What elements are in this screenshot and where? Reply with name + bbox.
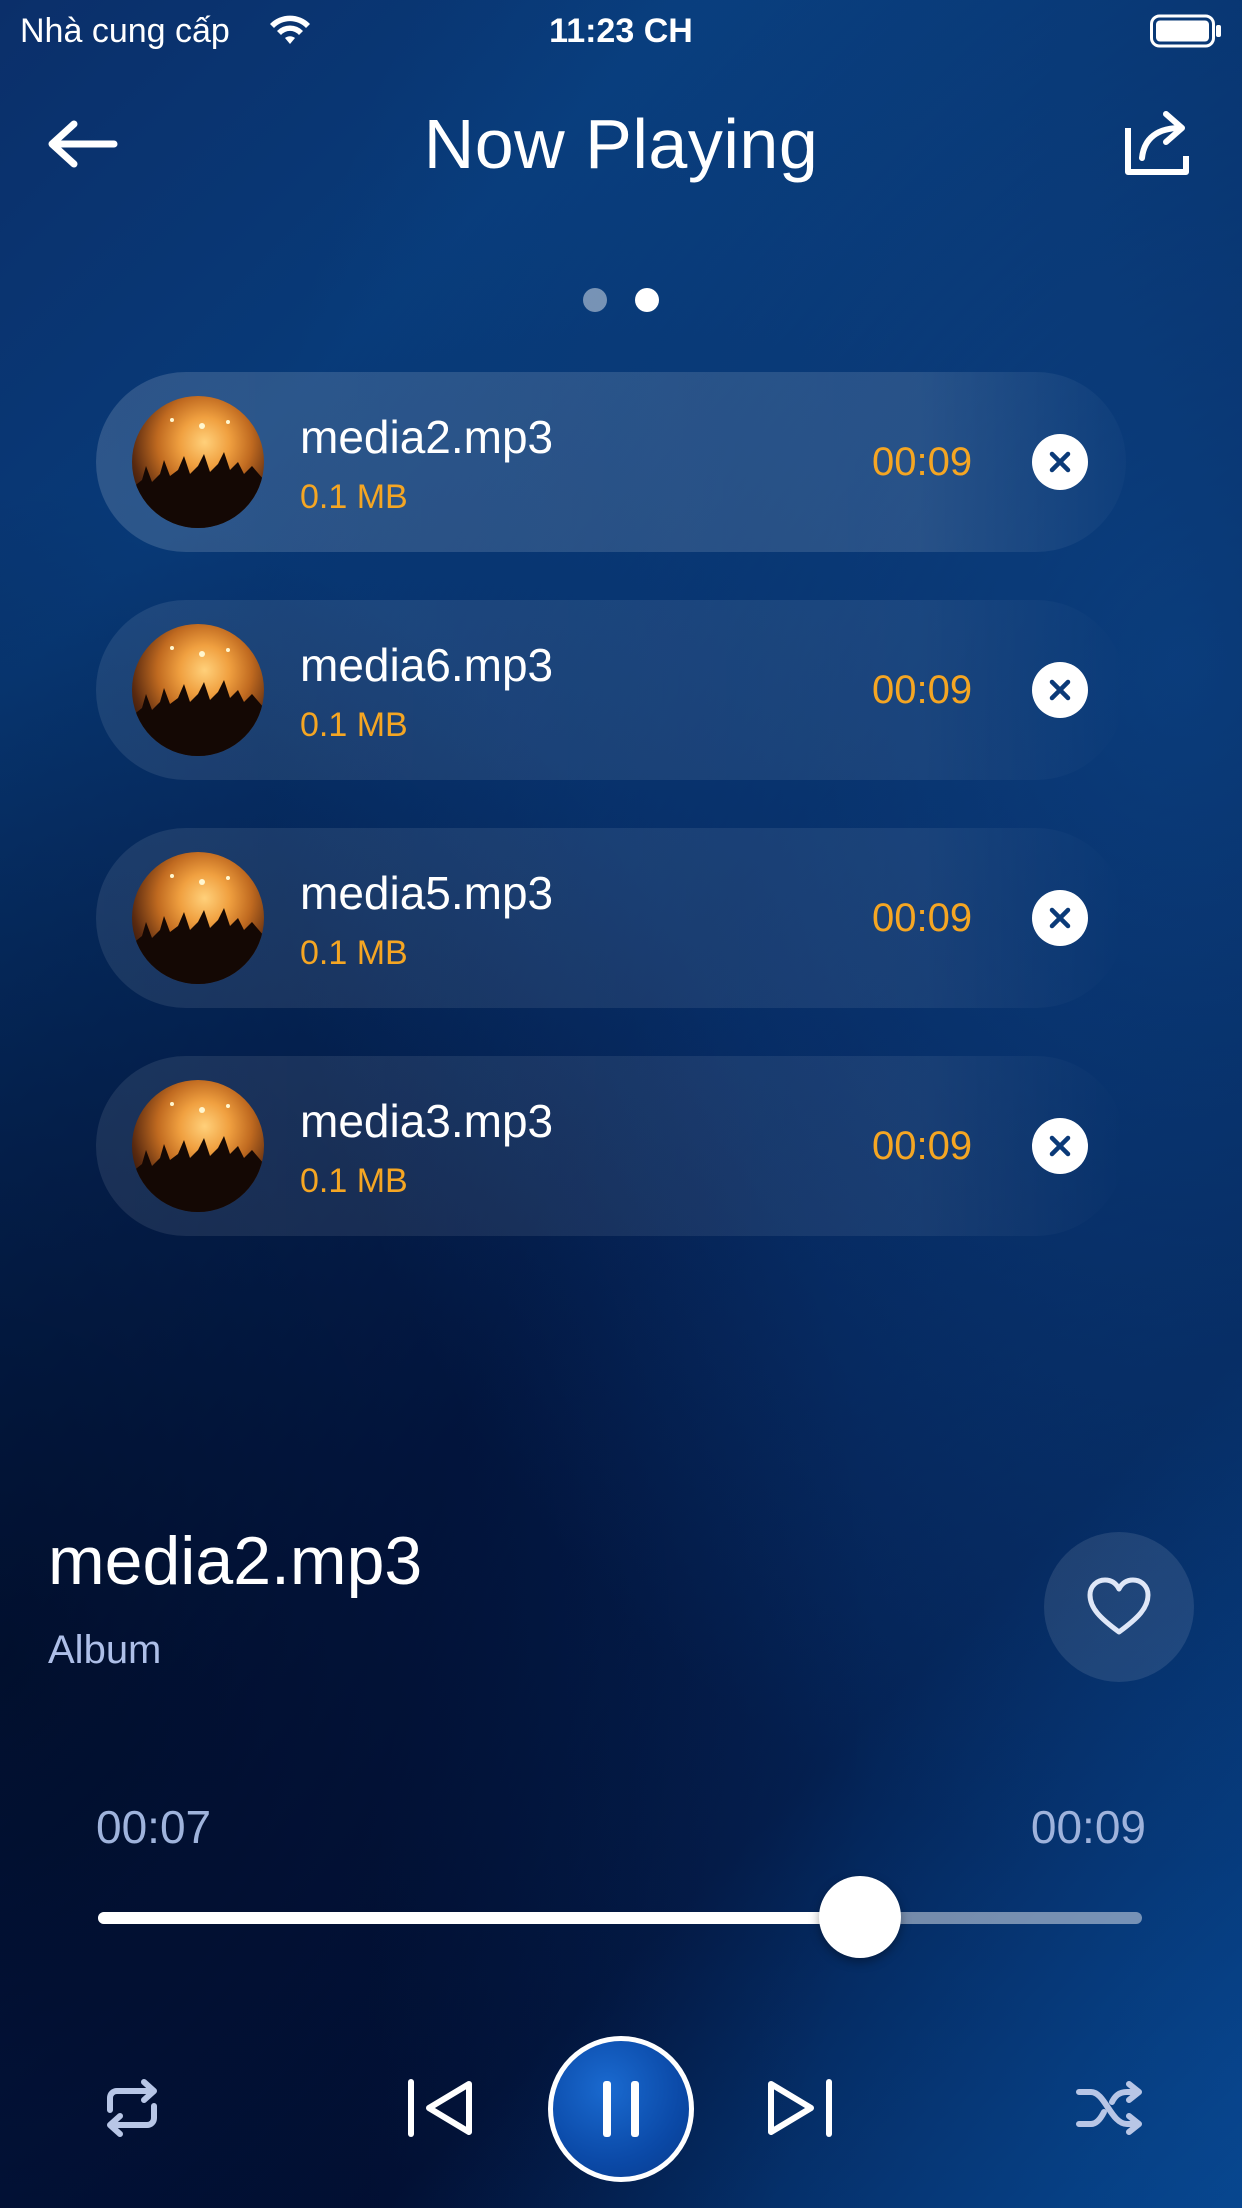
- track-size: 0.1 MB: [300, 1162, 408, 1200]
- track-name: media3.mp3: [300, 1095, 554, 1147]
- page-indicator[interactable]: [0, 288, 1242, 312]
- next-button[interactable]: [760, 2068, 840, 2148]
- heart-icon: [1087, 1577, 1151, 1635]
- track-size: 0.1 MB: [300, 478, 408, 516]
- repeat-icon: [107, 2079, 157, 2137]
- page-title: Now Playing: [423, 105, 819, 183]
- progress-slider[interactable]: [98, 1876, 1142, 1958]
- shuffle-icon: [1076, 2081, 1142, 2135]
- list-item[interactable]: media6.mp3 0.1 MB 00:09: [96, 600, 1126, 780]
- previous-button[interactable]: [400, 2068, 480, 2148]
- skip-previous-icon: [408, 2079, 472, 2137]
- close-icon: [1049, 907, 1071, 929]
- remove-track-button[interactable]: [1032, 434, 1088, 490]
- playlist: media2.mp3 0.1 MB 00:09 media6.mp3 0.1 M…: [96, 372, 1126, 1284]
- list-item[interactable]: media3.mp3 0.1 MB 00:09: [96, 1056, 1126, 1236]
- album-art-thumbnail: [132, 396, 264, 528]
- close-icon: [1049, 679, 1071, 701]
- track-duration: 00:09: [872, 668, 973, 712]
- track-duration: 00:09: [872, 440, 973, 484]
- battery-icon: [1150, 14, 1221, 48]
- total-time: 00:09: [1030, 1801, 1146, 1853]
- track-name: media6.mp3: [300, 639, 554, 691]
- remove-track-button[interactable]: [1032, 890, 1088, 946]
- progress-fill: [98, 1912, 861, 1924]
- share-icon: [1125, 111, 1189, 175]
- track-size: 0.1 MB: [300, 706, 408, 744]
- progress-handle[interactable]: [819, 1876, 902, 1958]
- track-duration: 00:09: [872, 1124, 973, 1168]
- album-art-thumbnail: [132, 1080, 264, 1212]
- track-size: 0.1 MB: [300, 934, 408, 972]
- album-art-thumbnail: [132, 624, 264, 756]
- close-icon: [1049, 1135, 1071, 1157]
- shuffle-button[interactable]: [1072, 2072, 1148, 2144]
- close-icon: [1049, 451, 1071, 473]
- now-playing-title: media2.mp3: [48, 1523, 423, 1599]
- page-dot-1[interactable]: [583, 288, 607, 312]
- remove-track-button[interactable]: [1032, 662, 1088, 718]
- repeat-button[interactable]: [96, 2072, 168, 2144]
- track-name: media5.mp3: [300, 867, 554, 919]
- status-time: 11:23 CH: [549, 12, 693, 50]
- track-duration: 00:09: [872, 896, 973, 940]
- remove-track-button[interactable]: [1032, 1118, 1088, 1174]
- list-item[interactable]: media2.mp3 0.1 MB 00:09: [96, 372, 1126, 552]
- pause-icon: [603, 2081, 639, 2137]
- play-pause-button[interactable]: [548, 2036, 694, 2182]
- favorite-button[interactable]: [1044, 1532, 1194, 1682]
- album-art-thumbnail: [132, 852, 264, 984]
- skip-next-icon: [768, 2079, 832, 2137]
- list-item[interactable]: media5.mp3 0.1 MB 00:09: [96, 828, 1126, 1008]
- page-dot-2[interactable]: [635, 288, 659, 312]
- now-playing-album: Album: [48, 1628, 162, 1672]
- track-name: media2.mp3: [300, 411, 554, 463]
- status-bar: Nhà cung cấp 11:23 CH: [0, 0, 1242, 62]
- share-button[interactable]: [1122, 108, 1192, 178]
- elapsed-time: 00:07: [96, 1801, 212, 1853]
